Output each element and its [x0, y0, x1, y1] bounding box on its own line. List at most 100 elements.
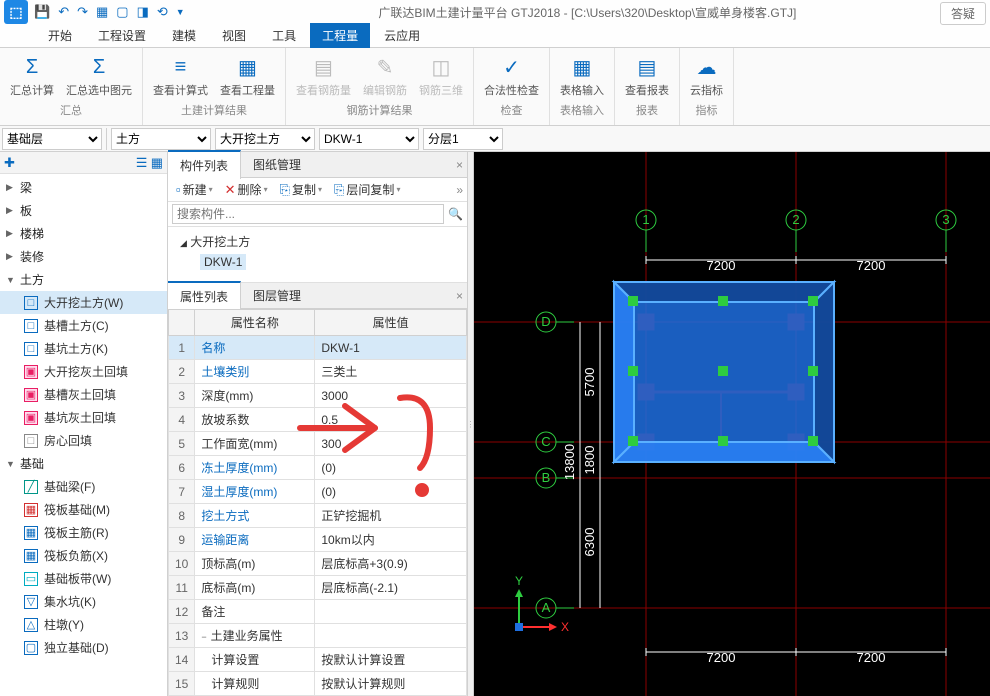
- prop-name[interactable]: −土建业务属性: [195, 624, 315, 648]
- prop-value[interactable]: 层底标高(-2.1): [315, 576, 467, 600]
- prop-value[interactable]: 0.5: [315, 408, 467, 432]
- prop-value[interactable]: 正铲挖掘机: [315, 504, 467, 528]
- tool-新建[interactable]: ▫新建▾: [172, 179, 217, 200]
- search-icon[interactable]: 🔍: [448, 207, 463, 221]
- qat-redo-icon[interactable]: ↷: [77, 4, 88, 20]
- ribbon-查看计算式[interactable]: ≡查看计算式: [149, 52, 212, 100]
- tree-item[interactable]: ▦筏板主筋(R): [0, 521, 167, 544]
- tab-2[interactable]: 建模: [160, 23, 208, 48]
- prop-name[interactable]: 放坡系数: [195, 408, 315, 432]
- tab-layer-mgmt[interactable]: 图层管理: [241, 282, 313, 309]
- subcategory-select[interactable]: 大开挖土方: [215, 128, 315, 150]
- add-icon[interactable]: ✚: [4, 155, 15, 171]
- tab-4[interactable]: 工具: [260, 23, 308, 48]
- prop-name[interactable]: 底标高(m): [195, 576, 315, 600]
- comp-tree-parent[interactable]: ◢ 大开挖土方: [180, 231, 455, 252]
- tab-drawing-mgmt[interactable]: 图纸管理: [241, 151, 313, 178]
- prop-name[interactable]: 备注: [195, 600, 315, 624]
- ribbon-汇总计算[interactable]: Σ汇总计算: [6, 52, 58, 100]
- answer-button[interactable]: 答疑: [940, 2, 986, 25]
- tree-item[interactable]: ╱基础梁(F): [0, 475, 167, 498]
- tab-3[interactable]: 视图: [210, 23, 258, 48]
- layer-select[interactable]: 分层1: [423, 128, 503, 150]
- prop-value[interactable]: DKW-1: [315, 336, 467, 360]
- qat-icon[interactable]: ◨: [137, 4, 149, 20]
- more-icon[interactable]: »: [456, 183, 463, 197]
- tool-复制[interactable]: ⎘复制▾: [276, 179, 326, 200]
- tab-0[interactable]: 开始: [36, 23, 84, 48]
- component-select[interactable]: DKW-1: [319, 128, 419, 150]
- prop-name[interactable]: 计算规则: [195, 672, 315, 696]
- ribbon-查看工程量[interactable]: ▦查看工程量: [216, 52, 279, 100]
- prop-value[interactable]: [315, 624, 467, 648]
- prop-name[interactable]: 计算设置: [195, 648, 315, 672]
- grid-view-icon[interactable]: ▦: [151, 155, 163, 170]
- tab-5[interactable]: 工程量: [310, 23, 370, 48]
- tree-item[interactable]: ▣基坑灰土回填: [0, 406, 167, 429]
- prop-value[interactable]: 300: [315, 432, 467, 456]
- tree-item[interactable]: □基槽土方(C): [0, 314, 167, 337]
- tree-item[interactable]: ▦筏板负筋(X): [0, 544, 167, 567]
- category-select[interactable]: 土方: [111, 128, 211, 150]
- tree-cat[interactable]: ▶楼梯: [0, 222, 167, 245]
- prop-value[interactable]: 按默认计算规则: [315, 672, 467, 696]
- qat-undo-icon[interactable]: ↶: [58, 4, 69, 20]
- tree-item[interactable]: ▦筏板基础(M): [0, 498, 167, 521]
- tree-item[interactable]: ▽集水坑(K): [0, 590, 167, 613]
- qat-dropdown-icon[interactable]: ▼: [176, 7, 185, 17]
- drawing-canvas[interactable]: 1 2 3 D C B A 7200 7200 7200 7200 5700 1…: [474, 152, 990, 696]
- tree-cat[interactable]: ▼基础: [0, 452, 167, 475]
- comp-tree-item[interactable]: DKW-1: [180, 252, 455, 272]
- ribbon-云指标[interactable]: ☁云指标: [686, 52, 727, 100]
- tree-item[interactable]: ▣基槽灰土回填: [0, 383, 167, 406]
- tab-6[interactable]: 云应用: [372, 23, 432, 48]
- search-input[interactable]: [172, 204, 444, 224]
- tool-层间复制[interactable]: ⎘层间复制▾: [330, 179, 404, 200]
- close-icon[interactable]: ×: [456, 158, 463, 172]
- ribbon-合法性检查[interactable]: ✓合法性检查: [480, 52, 543, 100]
- floor-select[interactable]: 基础层: [2, 128, 102, 150]
- prop-value[interactable]: 层底标高+3(0.9): [315, 552, 467, 576]
- tree-cat[interactable]: ▶装修: [0, 245, 167, 268]
- prop-value[interactable]: 三类土: [315, 360, 467, 384]
- tree-item[interactable]: △柱墩(Y): [0, 613, 167, 636]
- tab-component-list[interactable]: 构件列表: [168, 150, 241, 179]
- tree-cat[interactable]: ▼土方: [0, 268, 167, 291]
- prop-name[interactable]: 湿土厚度(mm): [195, 480, 315, 504]
- prop-value[interactable]: (0): [315, 480, 467, 504]
- ribbon-查看报表[interactable]: ▤查看报表: [621, 52, 673, 100]
- tree-cat[interactable]: ▶板: [0, 199, 167, 222]
- prop-value[interactable]: 3000: [315, 384, 467, 408]
- tree-cat[interactable]: ▶梁: [0, 176, 167, 199]
- prop-value[interactable]: 10km以内: [315, 528, 467, 552]
- qat-icon[interactable]: ⟲: [157, 4, 168, 20]
- ribbon-钢筋三维[interactable]: ◫钢筋三维: [415, 52, 467, 100]
- list-view-icon[interactable]: ☰: [136, 155, 148, 170]
- qat-icon[interactable]: ▦: [96, 4, 108, 20]
- tab-properties[interactable]: 属性列表: [168, 281, 241, 310]
- tree-item[interactable]: □房心回填: [0, 429, 167, 452]
- ribbon-表格输入[interactable]: ▦表格输入: [556, 52, 608, 100]
- prop-name[interactable]: 冻土厚度(mm): [195, 456, 315, 480]
- qat-icon[interactable]: ▢: [116, 4, 128, 20]
- ribbon-汇总选中图元[interactable]: Σ汇总选中图元: [62, 52, 136, 100]
- prop-name[interactable]: 运输距离: [195, 528, 315, 552]
- prop-name[interactable]: 工作面宽(mm): [195, 432, 315, 456]
- tree-item[interactable]: □基坑土方(K): [0, 337, 167, 360]
- close-icon[interactable]: ×: [456, 289, 463, 303]
- prop-value[interactable]: 按默认计算设置: [315, 648, 467, 672]
- prop-name[interactable]: 土壤类别: [195, 360, 315, 384]
- tree-item[interactable]: ▭基础板带(W): [0, 567, 167, 590]
- tree-item[interactable]: □大开挖土方(W): [0, 291, 167, 314]
- prop-value[interactable]: [315, 600, 467, 624]
- tool-删除[interactable]: ✕删除▾: [221, 179, 272, 200]
- prop-value[interactable]: (0): [315, 456, 467, 480]
- tree-item[interactable]: ▣大开挖灰土回填: [0, 360, 167, 383]
- qat-save-icon[interactable]: 💾: [34, 4, 50, 20]
- tab-1[interactable]: 工程设置: [86, 23, 158, 48]
- prop-name[interactable]: 名称: [195, 336, 315, 360]
- prop-name[interactable]: 深度(mm): [195, 384, 315, 408]
- ribbon-查看钢筋量[interactable]: ▤查看钢筋量: [292, 52, 355, 100]
- ribbon-编辑钢筋[interactable]: ✎编辑钢筋: [359, 52, 411, 100]
- tree-item[interactable]: ▢独立基础(D): [0, 636, 167, 659]
